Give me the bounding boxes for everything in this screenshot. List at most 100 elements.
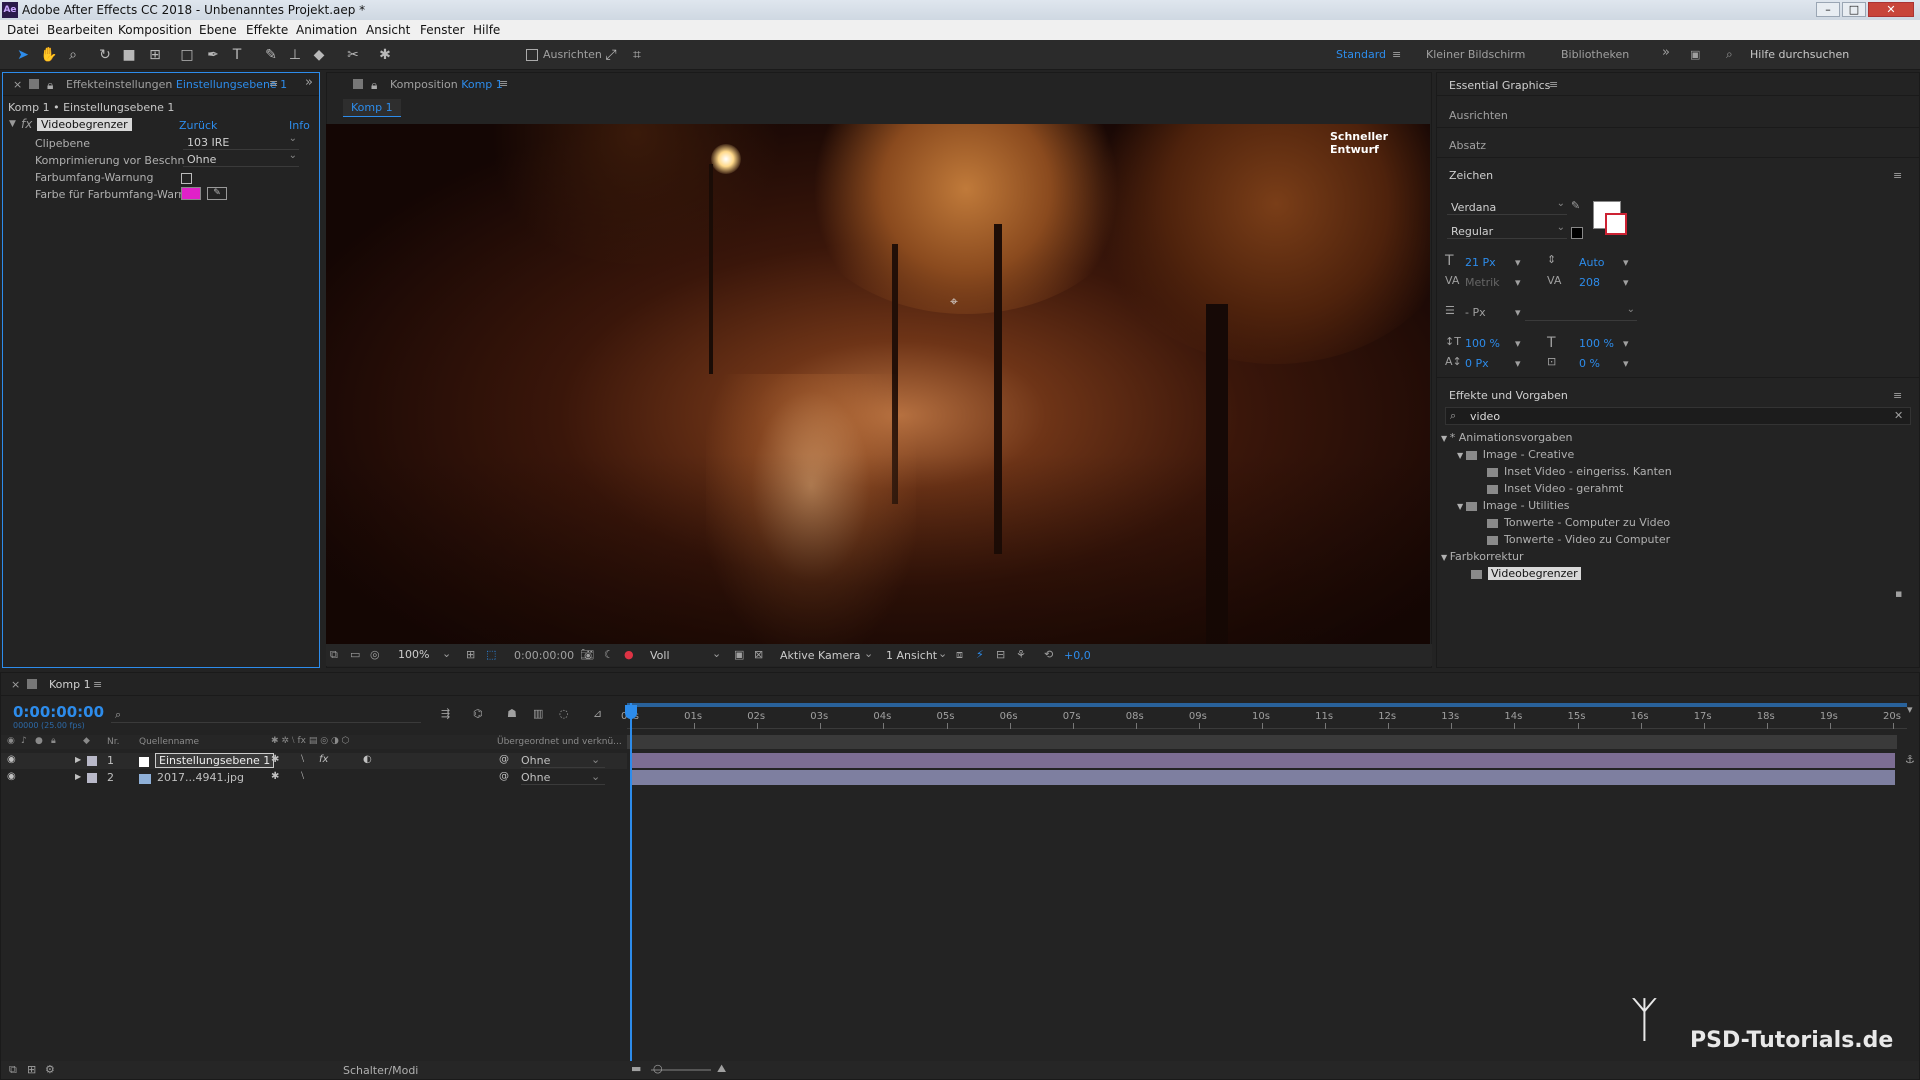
zoom-tool-icon[interactable]: ⌕ [64,46,82,64]
menu-ansicht[interactable]: Ansicht [366,23,410,37]
tsume-value[interactable]: 0 % [1579,357,1600,370]
motion-blur-icon[interactable]: ◌ [559,707,569,720]
composition-tab[interactable]: Komposition Komp 1 [390,78,503,91]
tracking-chevron-icon[interactable]: ▾ [1623,276,1629,289]
snap-options-icon[interactable]: ⌗ [628,46,646,64]
clear-search-icon[interactable]: ✕ [1894,409,1903,422]
roto-brush-tool-icon[interactable]: ✂ [344,46,362,64]
warning-color-swatch[interactable] [181,187,201,200]
clone-stamp-tool-icon[interactable]: ⊥ [286,46,304,64]
panel-lock-icon[interactable] [353,79,363,89]
vertical-scale-value[interactable]: 100 % [1465,337,1500,350]
display-icon[interactable]: ▭ [350,648,360,661]
eyedropper-icon[interactable]: ✎ [1571,199,1580,212]
workspace-sync-icon[interactable]: ▣ [1690,48,1700,61]
panel-menu-icon[interactable]: ≡ [269,77,278,90]
panel-menu-icon[interactable]: ≡ [499,77,508,90]
table-row[interactable]: ◉ ▶ 1 Einstellungsebene 1 ✱ ⧵ fx ◐ @ Ohn… [1,753,627,769]
eye-icon[interactable]: ◉ [7,771,16,782]
quality-switch-icon[interactable]: ⧵ [301,754,304,765]
switches-modes-toggle[interactable]: Schalter/Modi [343,1064,418,1077]
frame-blending-icon[interactable]: ▥ [533,707,543,720]
layer-bar[interactable] [631,753,1895,768]
column-parent[interactable]: Übergeordnet und verknü... [497,737,622,747]
eyedropper-icon[interactable]: ✎ [207,187,227,200]
workspace-libraries[interactable]: Bibliotheken [1561,48,1629,61]
views-dropdown-chevron-icon[interactable]: ⌄ [938,647,947,660]
resolution-dropdown[interactable]: Voll [650,649,670,662]
horizontal-scale-value[interactable]: 100 % [1579,337,1614,350]
stroke-style-dropdown[interactable] [1525,304,1637,321]
more-workspaces-icon[interactable]: » [1662,45,1670,60]
layer-name[interactable]: 2017...4941.jpg [157,771,244,784]
character-panel-tab[interactable]: Zeichen [1449,169,1493,182]
pickwhip-icon[interactable]: @ [499,754,509,765]
compression-dropdown[interactable]: Ohne [183,150,299,167]
safe-zones-icon[interactable]: ⊞ [466,648,475,661]
tree-preset-video-to-computer[interactable]: Tonwerte - Video zu Computer [1487,533,1670,546]
comp-marker-bin-icon[interactable]: ▾ [1907,703,1913,716]
time-ruler[interactable]: 00s01s02s03s04s05s06s07s08s09s10s11s12s1… [621,709,1907,729]
pan-behind-tool-icon[interactable]: ⊞ [146,46,164,64]
hand-tool-icon[interactable]: ✋ [40,46,58,64]
tree-preset-inset-edges[interactable]: Inset Video - eingeriss. Kanten [1487,465,1672,478]
work-area-bar[interactable] [627,703,1907,707]
panel-close-icon[interactable]: × [11,678,20,691]
eye-column-icon[interactable]: ◉ [7,736,15,746]
baseline-shift-chevron-icon[interactable]: ▾ [1515,357,1521,370]
panel-lock-icon[interactable] [27,679,37,689]
workspace-small-screen[interactable]: Kleiner Bildschirm [1426,48,1525,61]
column-source-name[interactable]: Quellenname [139,737,199,747]
effect-name[interactable]: Videobegrenzer [37,118,132,131]
font-size-chevron-icon[interactable]: ▾ [1515,256,1521,269]
effect-twirl-icon[interactable]: ▼ [9,119,16,129]
composition-viewer[interactable]: ⌖ Schneller Entwurf [326,124,1430,644]
layer-bar[interactable] [631,770,1895,785]
label-column-icon[interactable]: ◆ [83,736,90,746]
camera-dropdown[interactable]: Aktive Kamera [780,649,861,662]
help-search-placeholder[interactable]: Hilfe durchsuchen [1750,48,1849,61]
kerning-chevron-icon[interactable]: ▾ [1515,276,1521,289]
timeline-icon[interactable]: ⊟ [996,648,1005,661]
timeline-navigator[interactable] [627,735,1897,749]
playhead-handle-icon[interactable] [625,705,637,719]
leading-value[interactable]: Auto [1579,256,1605,269]
lock-column-icon[interactable]: 🔒︎ [51,736,56,746]
quality-switch-icon[interactable]: ⧵ [301,771,304,782]
font-family-dropdown[interactable]: Verdana [1447,198,1567,215]
snap-icon[interactable]: ⤢ [602,46,620,64]
tree-effect-video-limiter[interactable]: Videobegrenzer [1471,567,1581,580]
menu-effekte[interactable]: Effekte [246,23,288,37]
zoom-slider-handle-icon[interactable]: ○ [653,1062,663,1075]
transparency-grid-icon[interactable]: ⬚ [486,648,496,661]
region-of-interest-icon[interactable]: ▣ [734,648,744,661]
tree-group-animation-presets[interactable]: ▼ * Animationsvorgaben [1441,431,1573,444]
effect-controls-tab[interactable]: Effekteinstellungen Einstellungsebene 1 [66,78,287,91]
maximize-button[interactable]: □ [1842,2,1866,17]
panel-menu-icon[interactable]: ≡ [93,678,102,691]
leading-chevron-icon[interactable]: ▾ [1623,256,1629,269]
info-link[interactable]: Info [289,119,310,132]
kerning-value[interactable]: Metrik [1465,276,1500,289]
hide-shy-icon[interactable]: ☗ [507,707,517,720]
brush-tool-icon[interactable]: ✎ [262,46,280,64]
puppet-tool-icon[interactable]: ✱ [376,46,394,64]
camera-tool-icon[interactable]: ■ [120,46,138,64]
pen-tool-icon[interactable]: ✒ [204,46,222,64]
font-size-value[interactable]: 21 Px [1465,256,1496,269]
flowchart-icon[interactable]: ⚘ [1016,648,1026,661]
timeline-tab[interactable]: Komp 1 [49,678,91,691]
menu-datei[interactable]: Datei [7,23,39,37]
expand-layer-switches-icon[interactable]: ⧉ [9,1063,17,1077]
rectangle-tool-icon[interactable]: □ [178,46,196,64]
new-preset-icon[interactable]: ▪ [1895,587,1902,600]
always-preview-icon[interactable]: ⧉ [330,648,338,662]
tree-preset-computer-to-video[interactable]: Tonwerte - Computer zu Video [1487,516,1670,529]
menu-fenster[interactable]: Fenster [420,23,465,37]
menu-hilfe[interactable]: Hilfe [473,23,500,37]
reset-link[interactable]: Zurück [179,119,217,132]
snapshot-icon[interactable]: 📷︎ [580,648,594,661]
panel-menu-icon[interactable]: ≡ [1893,389,1902,402]
paragraph-panel-tab[interactable]: Absatz [1449,139,1486,152]
effects-presets-tab[interactable]: Effekte und Vorgaben [1449,389,1568,402]
